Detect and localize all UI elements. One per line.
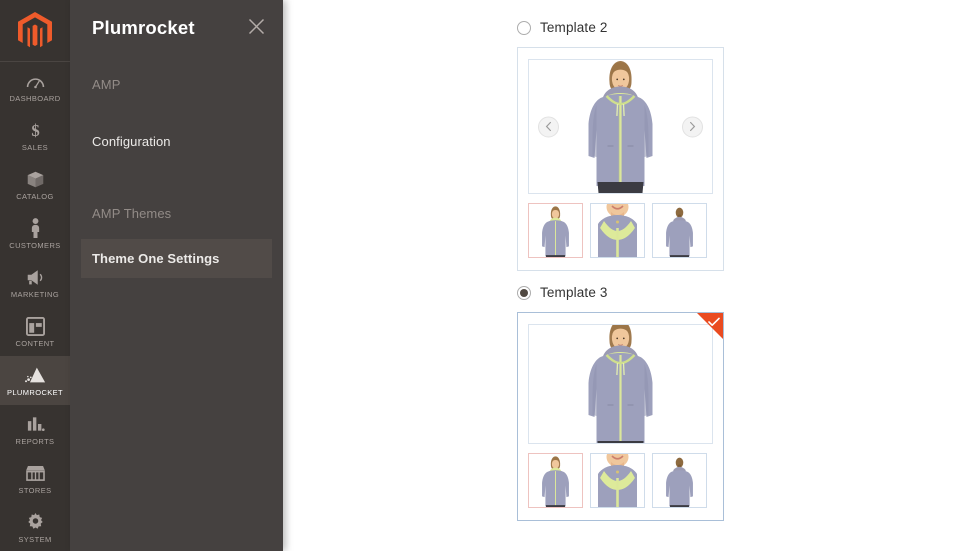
mountain-icon: [22, 364, 48, 386]
flyout-link-theme-one-settings[interactable]: Theme One Settings: [81, 239, 272, 278]
close-icon: [248, 18, 264, 34]
sidebar-item-content[interactable]: CONTENT: [0, 307, 70, 356]
person-icon: [22, 217, 48, 239]
sidebar-item-label: SALES: [21, 143, 49, 152]
thumb-photo-front: [529, 454, 582, 507]
sidebar-item-label: STORES: [18, 486, 52, 495]
sidebar-item-label: MARKETING: [10, 290, 60, 299]
preview-hero-image: [528, 59, 713, 194]
sidebar-item-label: CUSTOMERS: [9, 241, 61, 250]
thumb-photo-collar: [591, 204, 644, 257]
thumb-photo-back: [653, 204, 706, 257]
sidebar-item-label: CONTENT: [15, 339, 55, 348]
thumbnail-full-body-front[interactable]: [528, 203, 583, 258]
sidebar-item-system[interactable]: SYSTEM: [0, 503, 70, 551]
radio-row-template-2[interactable]: Template 2: [517, 20, 724, 35]
sidebar-item-marketing[interactable]: MARKETING: [0, 258, 70, 307]
app-root: DASHBOARD $ SALES CATALOG CUSTOMERS MARK…: [0, 0, 960, 551]
radio-template-3[interactable]: [517, 285, 531, 300]
layout-icon: [22, 315, 48, 337]
thumbnail-close-up-collar[interactable]: [590, 453, 645, 508]
template-label: Template 3: [540, 285, 608, 300]
close-button[interactable]: [245, 15, 267, 37]
chevron-right-icon: [690, 121, 696, 132]
template-label: Template 2: [540, 20, 608, 35]
main-content: Template 2 Template 3: [283, 0, 960, 551]
sidebar-item-label: REPORTS: [15, 437, 55, 446]
sidebar-item-sales[interactable]: $ SALES: [0, 111, 70, 160]
gear-icon: [22, 511, 48, 533]
sidebar-item-label: CATALOG: [16, 192, 54, 201]
admin-sidebar-rail: DASHBOARD $ SALES CATALOG CUSTOMERS MARK…: [0, 0, 70, 551]
thumbnail-full-body-back[interactable]: [652, 453, 707, 508]
thumbnail-strip: [528, 203, 713, 258]
chevron-left-icon: [545, 121, 551, 132]
sidebar-item-label: SYSTEM: [18, 535, 52, 544]
prev-image-button[interactable]: [538, 116, 559, 137]
preview-hero-image: [528, 324, 713, 444]
flyout-link-configuration[interactable]: Configuration: [70, 121, 283, 162]
flyout-title: Plumrocket: [92, 17, 195, 38]
sidebar-item-catalog[interactable]: CATALOG: [0, 160, 70, 209]
thumbnail-full-body-front[interactable]: [528, 453, 583, 508]
thumbnail-strip: [528, 453, 713, 508]
flyout-section-heading-amp-themes: AMP Themes: [92, 206, 172, 221]
sidebar-item-plumrocket[interactable]: PLUMROCKET: [0, 356, 70, 405]
sidebar-item-dashboard[interactable]: DASHBOARD: [0, 62, 70, 111]
radio-row-template-3[interactable]: Template 3: [517, 285, 724, 300]
sidebar-item-reports[interactable]: REPORTS: [0, 405, 70, 454]
thumb-photo-collar: [591, 454, 644, 507]
check-icon: [708, 317, 720, 326]
template-option-template-3: Template 3: [517, 285, 724, 521]
magento-logo-icon: [18, 11, 52, 47]
flyout-header: Plumrocket: [70, 0, 283, 55]
megaphone-icon: [22, 266, 48, 288]
template-option-template-2: Template 2: [517, 20, 724, 271]
sidebar-item-label: PLUMROCKET: [6, 388, 64, 397]
radio-template-2[interactable]: [517, 20, 531, 35]
magento-logo[interactable]: [0, 0, 70, 62]
svg-text:$: $: [31, 121, 39, 140]
thumbnail-full-body-back[interactable]: [652, 203, 707, 258]
plumrocket-flyout-panel: Plumrocket AMP Configuration AMP Themes …: [70, 0, 283, 551]
thumb-photo-front: [529, 204, 582, 257]
bar-chart-icon: [22, 413, 48, 435]
product-photo-front: [529, 325, 712, 443]
sidebar-item-label: DASHBOARD: [9, 94, 61, 103]
thumb-photo-back: [653, 454, 706, 507]
template-preview-inner: [518, 48, 723, 270]
sidebar-item-customers[interactable]: CUSTOMERS: [0, 209, 70, 258]
flyout-section-heading-amp: AMP: [92, 77, 121, 92]
template-preview-card-3[interactable]: [517, 312, 724, 521]
storefront-icon: [22, 462, 48, 484]
sidebar-item-stores[interactable]: STORES: [0, 454, 70, 503]
thumbnail-close-up-collar[interactable]: [590, 203, 645, 258]
next-image-button[interactable]: [682, 116, 703, 137]
template-preview-card-2[interactable]: [517, 47, 724, 271]
gauge-icon: [22, 70, 48, 92]
template-preview-inner: [518, 313, 723, 520]
box-icon: [22, 168, 48, 190]
dollar-icon: $: [22, 119, 48, 141]
